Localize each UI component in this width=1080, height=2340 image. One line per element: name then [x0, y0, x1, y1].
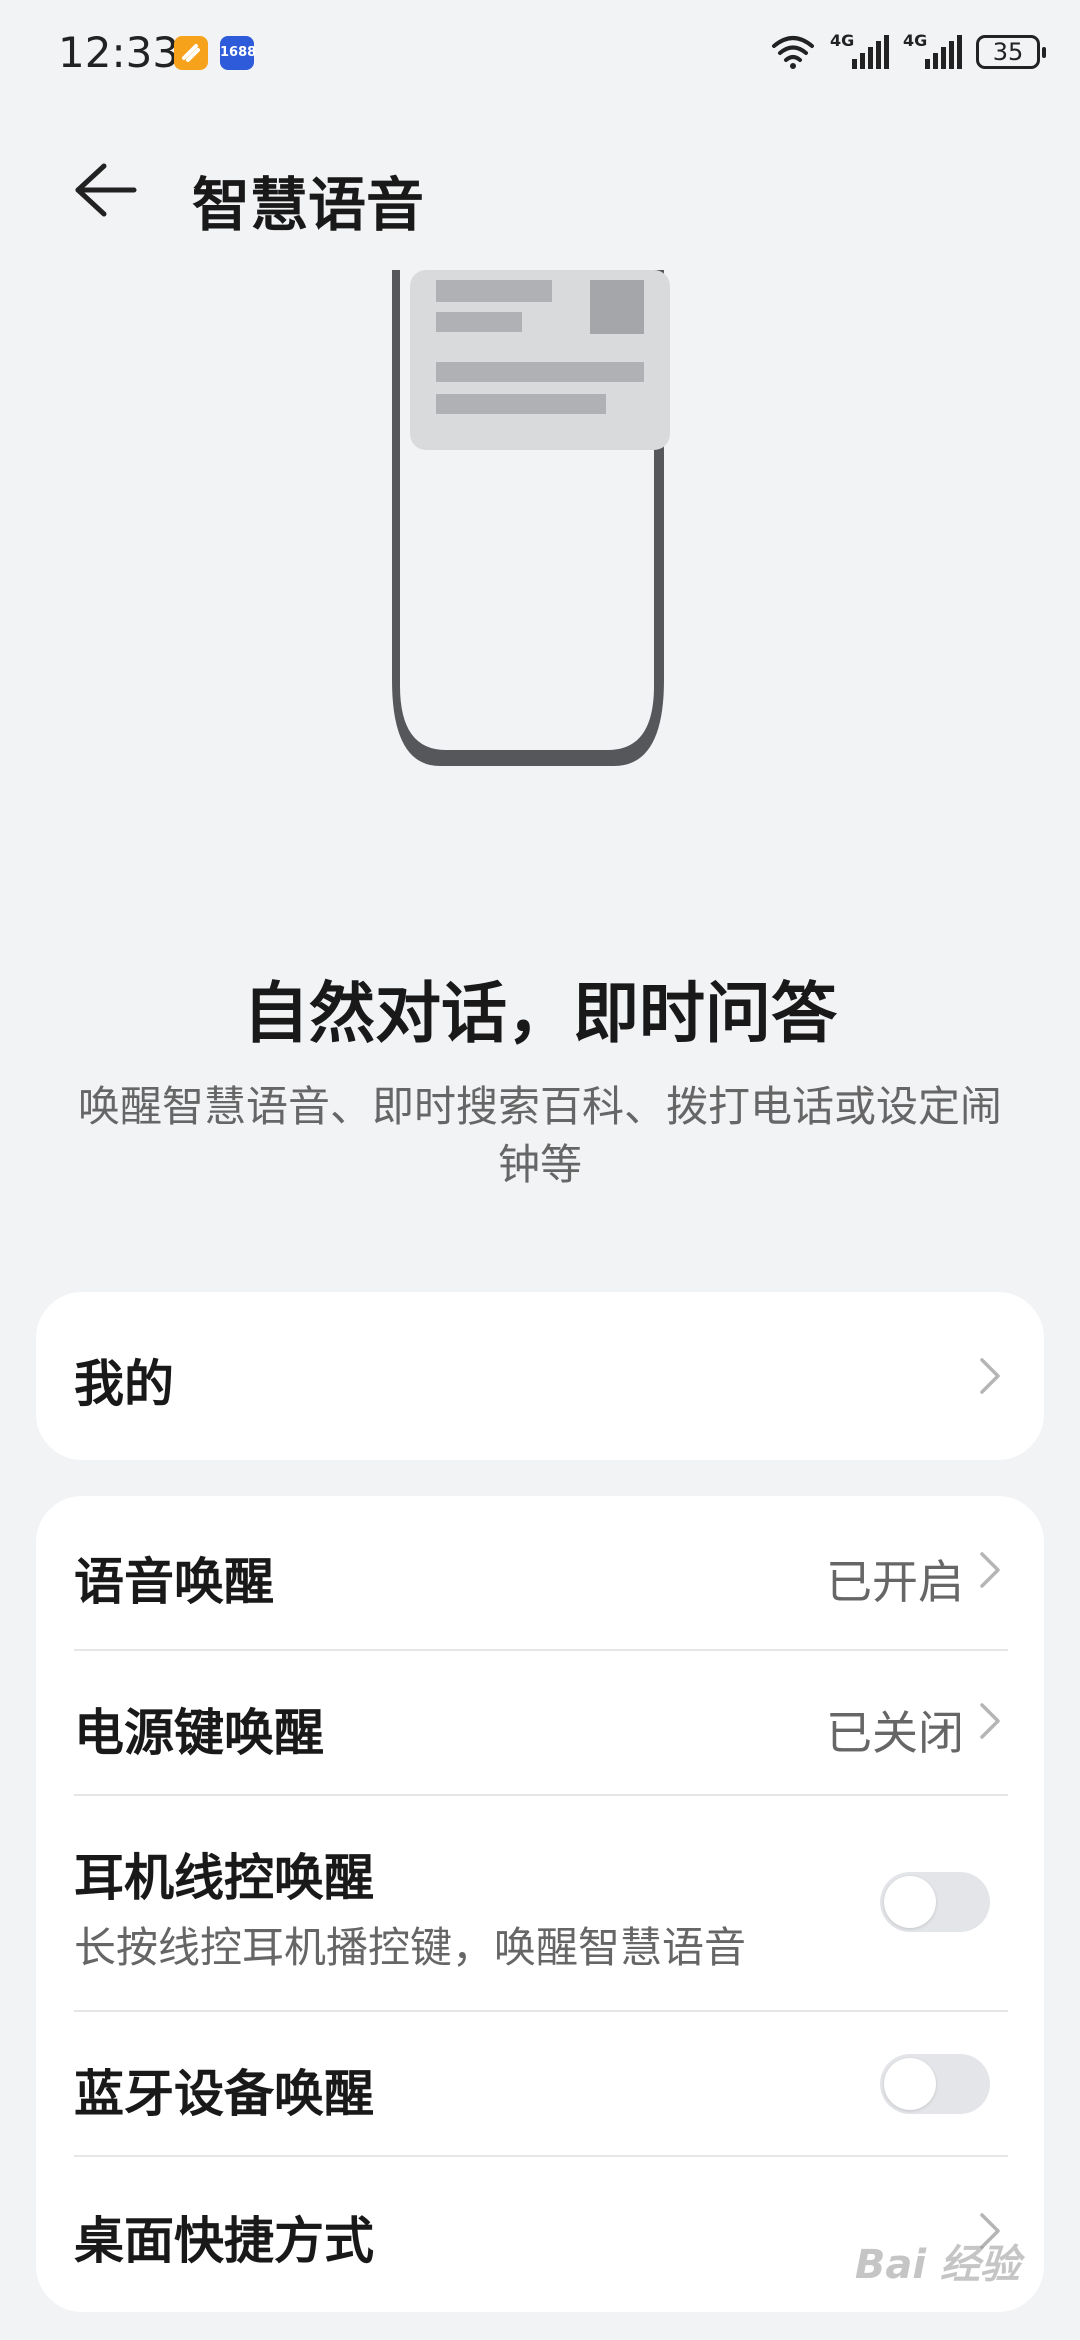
desktop-shortcut-label: 桌面快捷方式: [74, 2212, 374, 2270]
cellular-signal-1-icon: 4G: [830, 31, 889, 69]
status-time: 12:33: [58, 28, 180, 77]
headset-wake-row: 耳机线控唤醒 长按线控耳机播控键，唤醒智慧语音: [36, 1796, 1044, 2010]
app-header: 智慧语音: [0, 140, 1080, 240]
toggle-knob: [884, 1876, 936, 1928]
app-icon-orange: [182, 44, 200, 62]
wake-settings-card: 语音唤醒 已开启 电源键唤醒 已关闭 耳机线控唤醒 长按线控耳机播控键，唤醒智慧…: [36, 1496, 1044, 2312]
power-key-wake-status: 已关闭: [826, 1706, 964, 1760]
battery-icon: 35: [976, 35, 1046, 69]
mine-card[interactable]: 我的: [36, 1292, 1044, 1460]
phone-illustration: [360, 270, 700, 770]
signal-2-label: 4G: [903, 31, 928, 50]
mine-label: 我的: [74, 1355, 174, 1413]
chevron-right-icon: [980, 1358, 1000, 1394]
voice-wake-row[interactable]: 语音唤醒 已开启: [36, 1496, 1044, 1642]
status-bar: 12:33 1688 4G 4G 35: [0, 0, 1080, 110]
notification-app-icon: [174, 36, 208, 70]
power-key-wake-label: 电源键唤醒: [74, 1704, 324, 1762]
headset-wake-description: 长按线控耳机播控键，唤醒智慧语音: [74, 1923, 747, 1972]
hero-title: 自然对话，即时问答: [243, 975, 837, 1052]
baidu-watermark: Bai 经验: [854, 2242, 1020, 2288]
power-key-wake-row[interactable]: 电源键唤醒 已关闭: [36, 1651, 1044, 1795]
voice-wake-label: 语音唤醒: [74, 1553, 274, 1611]
cellular-signal-2-icon: 4G: [903, 31, 962, 69]
chevron-right-icon: [980, 1703, 1000, 1739]
phone-illustration-graphic: [360, 270, 700, 770]
voice-wake-status: 已开启: [826, 1555, 964, 1609]
bluetooth-wake-label: 蓝牙设备唤醒: [74, 2065, 374, 2123]
chevron-right-icon: [980, 1552, 1000, 1588]
bluetooth-wake-toggle[interactable]: [880, 2054, 990, 2114]
notification-1688-icon: 1688: [220, 36, 256, 70]
toggle-knob: [884, 2058, 936, 2110]
status-indicators: 4G 4G 35: [770, 30, 1046, 74]
back-button[interactable]: [70, 158, 140, 222]
headset-wake-label: 耳机线控唤醒: [74, 1849, 374, 1907]
wifi-icon: [772, 36, 814, 69]
signal-1-label: 4G: [830, 31, 855, 50]
back-arrow-icon: [75, 163, 137, 217]
headset-wake-toggle[interactable]: [880, 1872, 990, 1932]
hero-description: 唤醒智慧语音、即时搜索百科、拨打电话或设定闹钟等: [77, 1082, 1002, 1189]
bluetooth-wake-row: 蓝牙设备唤醒: [36, 2012, 1044, 2156]
page-title: 智慧语音: [192, 171, 425, 239]
